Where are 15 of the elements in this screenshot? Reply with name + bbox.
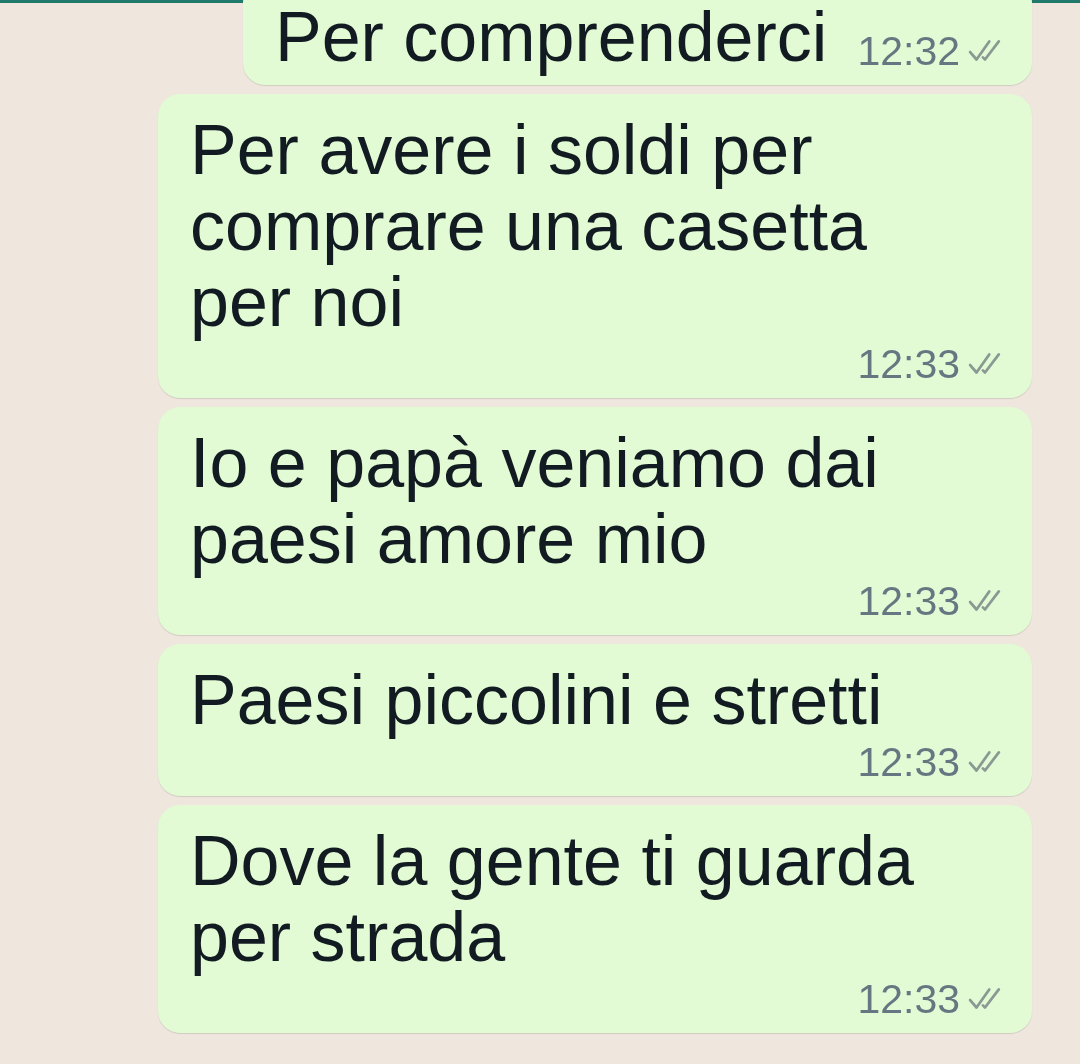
message-time: 12:33	[857, 340, 960, 388]
message-time: 12:33	[857, 738, 960, 786]
message-bubble[interactable]: Dove la gente ti guarda per strada 12:33	[158, 805, 1032, 1033]
message-bubble[interactable]: Paesi piccolini e stretti 12:33	[158, 644, 1032, 796]
message-text: Io e papà veniamo dai paesi amore mio	[190, 425, 880, 577]
message-time: 12:33	[857, 577, 960, 625]
message-bubble[interactable]: Per comprenderci 12:32	[242, 0, 1032, 85]
message-text: Per comprenderci	[274, 0, 828, 75]
message-time: 12:33	[857, 975, 960, 1023]
message-bubble[interactable]: Io e papà veniamo dai paesi amore mio 12:33	[158, 407, 1032, 635]
message-text: Paesi piccolini e stretti	[190, 662, 883, 738]
message-text: Dove la gente ti guarda per strada	[190, 823, 915, 975]
message-time: 12:32	[857, 27, 960, 75]
message-bubble[interactable]: Per avere i soldi per comprare una casetta per noi 12:33	[158, 94, 1032, 398]
message-text: Per avere i soldi per comprare una casetta per noi	[190, 112, 869, 340]
